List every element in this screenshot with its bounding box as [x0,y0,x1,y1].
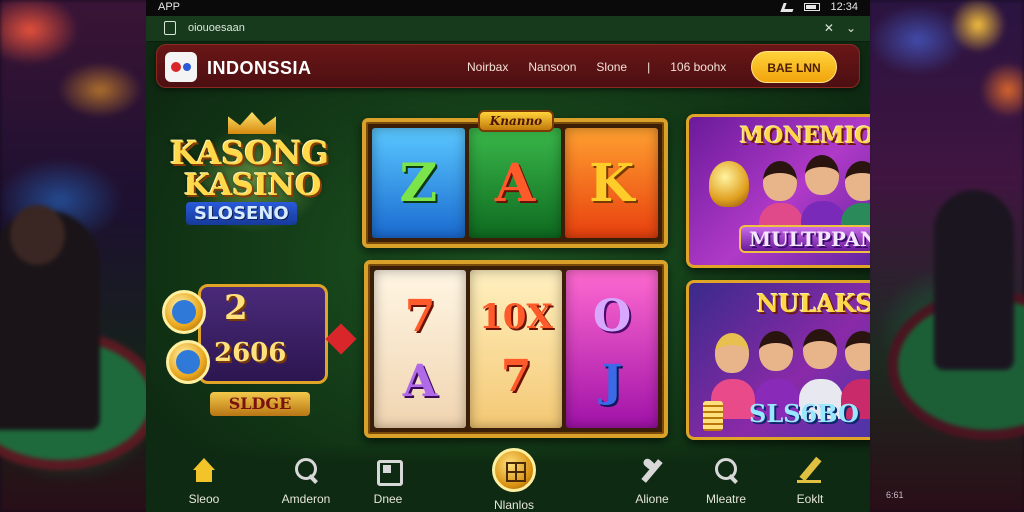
character-face [845,161,870,201]
bottom-nav-label: Dnee [373,492,403,506]
box-icon [373,456,403,486]
bottom-nav-label: Nlanlos [493,498,535,512]
bottom-nav-item-1[interactable]: Sleoo [164,456,244,506]
nav-link-2[interactable]: Nansoon [528,60,576,74]
character-face [803,329,837,369]
bottom-nav-label: Amderon [281,492,331,506]
signal-icon [780,2,797,12]
status-time: 12:34 [830,1,858,13]
reel-1: 7 A [374,270,466,428]
status-app-label: APP [158,1,181,13]
character-face [715,333,749,373]
ribbon-tag-icon [325,323,357,355]
nav-link-extra[interactable]: 106 boohx [670,60,726,74]
reel-symbol: Z [399,152,438,214]
coins-banner[interactable]: 2 2606 SLDGE [158,284,357,420]
reel-symbol: A [402,356,438,407]
background-player-head [10,205,65,265]
bottom-nav-label: Alione [635,492,669,506]
reel-1: Z [372,128,465,238]
reel-symbol: 7 [404,291,436,342]
browser-address-bar[interactable]: oiouoesaan ✕ ⌄ [146,16,870,42]
background-right-scene [868,0,1024,512]
reel-symbol: O [592,291,632,342]
coin-stack-icon [703,401,723,431]
coins-number-bottom: 2606 [214,338,287,368]
promo-subtitle: MULTPPANAR [739,225,870,253]
background-left-scene [0,0,160,512]
bottom-nav-item-4[interactable]: Nlanlos [474,448,554,512]
status-indicators: 12:34 [780,1,858,13]
reel-symbol: 7 [500,350,532,402]
logo-title-line2[interactable]: KASINO [184,168,321,203]
phone-screen: APP 12:34 oiouoesaan ✕ ⌄ INDONSSIA Noirb… [146,0,870,512]
nav-link-1[interactable]: Noirbax [467,60,508,74]
reel-symbol: J [601,356,623,407]
bottom-nav-item-3[interactable]: Dnee [348,456,428,506]
slot-machine-bottom[interactable]: 7 A 10X 7 O J [364,260,668,438]
chevron-down-icon[interactable]: ⌄ [846,21,856,35]
coin-icon [162,290,206,334]
bottom-nav-label: Mleatre [705,492,746,506]
reel-symbol: A [494,152,536,214]
reel-2: 10X 7 [470,270,562,428]
reel-3: O J [566,270,658,428]
bottom-nav-item-7[interactable]: Eoklt [770,456,850,506]
bottom-nav-label: Sleoo [188,492,220,506]
site-logo-icon[interactable] [165,52,197,82]
status-bar: APP 12:34 [146,0,870,16]
url-text[interactable]: oiouoesaan [188,22,245,34]
logo-title-line3[interactable]: SLOSENO [186,202,297,225]
bottom-nav-item-5[interactable]: Alione [612,456,692,506]
nav-separator: | [647,60,651,74]
slot-top-badge: Knanno [478,110,554,132]
character-face [763,161,797,201]
logo-red-dot [171,62,181,72]
edit-icon [795,456,825,486]
promo-subtitle: SLS6BO [749,399,859,428]
search-icon [711,456,741,486]
character-face [759,331,793,371]
logo-title-line1[interactable]: KASONG [170,134,329,172]
background-caption: 6:61 [886,490,904,500]
background-player-right [934,190,1014,370]
reel-symbol: 10X [479,296,553,337]
nav-link-3[interactable]: Slone [596,60,627,74]
site-navbar: INDONSSIA Noirbax Nansoon Slone | 106 bo… [156,44,860,88]
nav-links: Noirbax Nansoon Slone | 106 boohx [467,60,726,74]
slot-machine-top[interactable]: Z A K [362,118,668,248]
promo-title: NULAKS [756,289,870,318]
slot-center-icon [492,448,536,492]
bottom-nav-label: Eoklt [796,492,824,506]
brand-name[interactable]: INDONSSIA [207,58,312,79]
close-icon[interactable]: ✕ [824,21,834,35]
coins-number-top: 2 [224,288,248,328]
tab-switcher-icon[interactable] [164,21,176,35]
reel-2: A [468,128,562,238]
gold-pot-icon [709,161,749,207]
address-bar-actions: ✕ ⌄ [824,21,856,35]
tool-icon [637,456,667,486]
search-icon [291,456,321,486]
logo-blue-dot [183,63,191,71]
home-icon [189,456,219,486]
cta-button[interactable]: BAE LNN [751,51,837,83]
coins-panel [198,284,328,384]
character-face [805,155,839,195]
reel-symbol: K [589,152,635,214]
reel-3: K [565,128,659,238]
bottom-navigation: Sleoo Amderon Dnee Nlanlos Alione Mleatr… [146,444,870,512]
coin-icon [166,340,210,384]
promo-card-bottom[interactable]: NULAKS SLS6BO [686,280,870,440]
character-face [845,331,870,371]
promo-card-top[interactable]: MONEMION ЛЯ MULTPPANAR [686,114,870,268]
battery-icon [804,3,821,11]
bottom-nav-item-6[interactable]: Mleatre [686,456,766,506]
coins-ribbon: SLDGE [210,392,310,416]
promo-title: MONEMION [739,123,870,149]
bottom-nav-item-2[interactable]: Amderon [266,456,346,506]
